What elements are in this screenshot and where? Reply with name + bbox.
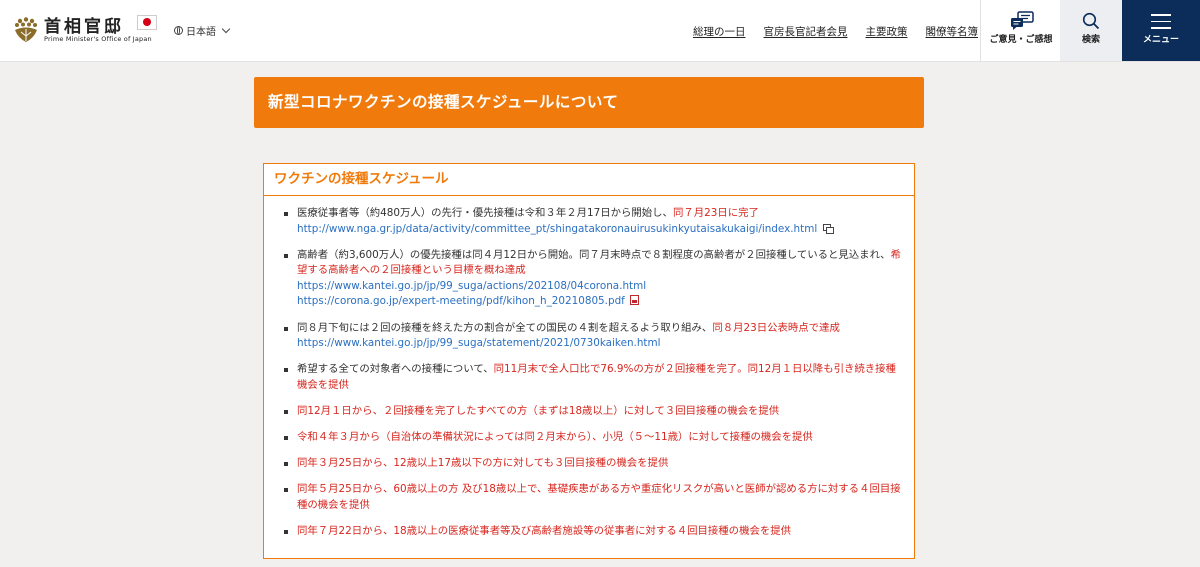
- logo-name: 首相官邸: [44, 17, 124, 37]
- list-item: 医療従事者等（約480万人）の先行・優先接種は令和３年２月17日から開始し、同７…: [284, 206, 902, 237]
- global-nav: 総理の一日 官房長官記者会見 主要政策 閣僚等名簿: [693, 24, 996, 39]
- list-item: 同年７月22日から、18歳以上の医療従事者等及び高齢者施設等の従事者に対する４回…: [284, 524, 902, 540]
- pdf-icon: [629, 295, 639, 306]
- site-logo[interactable]: 首相官邸 Prime Minister's Office of Japan: [12, 14, 160, 46]
- opinion-button[interactable]: ご意見・ご感想: [980, 0, 1061, 61]
- nav-link-press-conference[interactable]: 官房長官記者会見: [764, 24, 848, 39]
- site-header: 首相官邸 Prime Minister's Office of Japan 日本…: [0, 0, 1200, 62]
- list-item: 同８月下旬には２回の接種を終えた方の割合が全ての国民の４割を超えるよう取り組み、…: [284, 321, 902, 352]
- search-button[interactable]: 検索: [1060, 0, 1122, 61]
- menu-label: メニュー: [1142, 35, 1179, 45]
- speech-bubbles-icon: [1011, 11, 1034, 30]
- list-item: 令和４年３月から（自治体の準備状況によっては同２月末から）、小児（５～11歳）に…: [284, 430, 902, 446]
- paulownia-crest-icon: [15, 17, 37, 42]
- globe-icon: [174, 26, 183, 35]
- external-link-icon: [823, 223, 835, 234]
- list-item: 同年５月25日から、60歳以上の方 及び18歳以上で、基礎疾患がある方や重症化リ…: [284, 482, 902, 513]
- corona-pdf-link[interactable]: https://corona.go.jp/expert-meeting/pdf/…: [297, 295, 625, 307]
- schedule-list: 医療従事者等（約480万人）の先行・優先接種は令和３年２月17日から開始し、同７…: [264, 196, 914, 540]
- hamburger-icon: [1151, 14, 1171, 29]
- kantei-actions-link[interactable]: https://www.kantei.go.jp/jp/99_suga/acti…: [297, 280, 646, 292]
- language-selector[interactable]: 日本語: [174, 23, 231, 38]
- kantei-statement-link[interactable]: https://www.kantei.go.jp/jp/99_suga/stat…: [297, 337, 661, 349]
- nav-link-prime-minister-day[interactable]: 総理の一日: [693, 24, 746, 39]
- logo-english-name: Prime Minister's Office of Japan: [44, 35, 152, 43]
- nav-link-policies[interactable]: 主要政策: [866, 24, 908, 39]
- opinion-label: ご意見・ご感想: [989, 35, 1053, 45]
- menu-button[interactable]: メニュー: [1122, 0, 1200, 61]
- list-item: 希望する全ての対象者への接種について、同11月末で全人口比で76.9%の方が２回…: [284, 362, 902, 393]
- language-label: 日本語: [186, 27, 216, 38]
- list-item: 同年３月25日から、12歳以上17歳以下の方に対しても３回目接種の機会を提供: [284, 456, 902, 472]
- chevron-down-icon: [221, 24, 231, 34]
- list-item: 高齢者（約3,600万人）の優先接種は同４月12日から開始。同７月末時点で８割程…: [284, 248, 902, 310]
- search-icon: [1082, 12, 1100, 30]
- page-title: 新型コロナワクチンの接種スケジュールについて: [254, 77, 924, 128]
- search-label: 検索: [1081, 35, 1100, 45]
- nav-link-cabinet-list[interactable]: 閣僚等名簿: [926, 24, 979, 39]
- panel-heading: ワクチンの接種スケジュール: [264, 164, 914, 196]
- japan-flag-icon: [137, 15, 157, 30]
- nga-link[interactable]: http://www.nga.gr.jp/data/activity/commi…: [297, 223, 817, 235]
- list-item: 同12月１日から、２回接種を完了したすべての方（まずは18歳以上）に対して３回目…: [284, 404, 902, 420]
- schedule-panel: ワクチンの接種スケジュール 医療従事者等（約480万人）の先行・優先接種は令和３…: [263, 163, 915, 559]
